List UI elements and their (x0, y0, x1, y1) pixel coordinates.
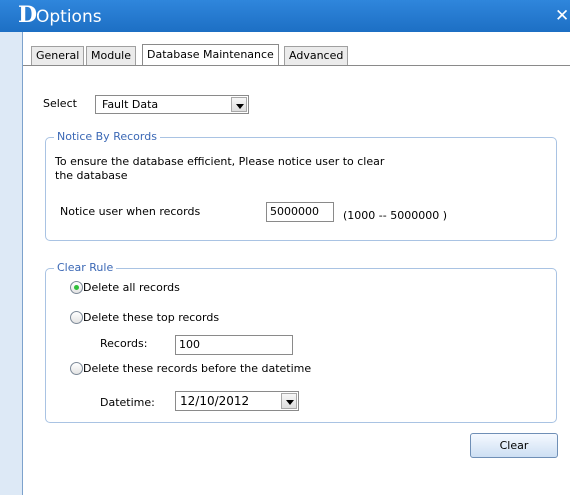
tab-advanced[interactable]: Advanced (284, 46, 349, 65)
tab-general[interactable]: General (31, 46, 85, 65)
clear-button[interactable]: Clear (470, 433, 558, 458)
delete-all-radio[interactable] (70, 281, 83, 294)
records-label: Records: (100, 337, 148, 350)
delete-all-label[interactable]: Delete all records (83, 281, 180, 295)
notice-description-line-1: To ensure the database efficient, Please… (55, 155, 385, 168)
records-range-hint: (1000 -- 5000000 ) (343, 209, 447, 222)
delete-before-datetime-radio[interactable] (70, 362, 83, 375)
notice-by-records-legend: Notice By Records (54, 130, 160, 144)
data-type-select[interactable]: Fault Data (95, 95, 249, 114)
tab-strip: General Module Database Maintenance Adva… (23, 32, 570, 66)
tab-database-maintenance[interactable]: Database Maintenance (142, 44, 279, 66)
window-left-edge (0, 32, 23, 495)
app-logo: D (18, 2, 38, 28)
notice-records-label: Notice user when records (60, 205, 201, 218)
data-type-select-value: Fault Data (102, 98, 159, 111)
delete-top-records-radio[interactable] (70, 311, 83, 324)
delete-top-records-label[interactable]: Delete these top records (83, 311, 219, 325)
close-icon[interactable]: ✕ (555, 6, 570, 26)
tab-module[interactable]: Module (86, 46, 136, 65)
datetime-label: Datetime: (100, 396, 155, 409)
notice-description-line-2: the database (55, 169, 128, 182)
delete-before-datetime-label[interactable]: Delete these records before the datetime (83, 362, 311, 376)
window-left-border (22, 32, 23, 495)
calendar-dropdown-icon[interactable] (281, 393, 297, 409)
datetime-value: 12/10/2012 (180, 394, 250, 408)
chevron-down-icon[interactable] (231, 97, 247, 112)
notice-by-records-group: Notice By Records (45, 130, 557, 241)
clear-rule-legend: Clear Rule (54, 261, 117, 275)
datetime-picker[interactable]: 12/10/2012 (175, 391, 299, 411)
notice-records-input[interactable]: 5000000 (266, 202, 334, 222)
tab-strip-border (23, 65, 570, 66)
top-records-input[interactable]: 100 (175, 335, 293, 355)
select-label: Select (43, 97, 77, 110)
title-bar: D Options ✕ (0, 0, 570, 32)
radio-selected-dot (74, 285, 79, 290)
window-title: Options (36, 7, 102, 27)
